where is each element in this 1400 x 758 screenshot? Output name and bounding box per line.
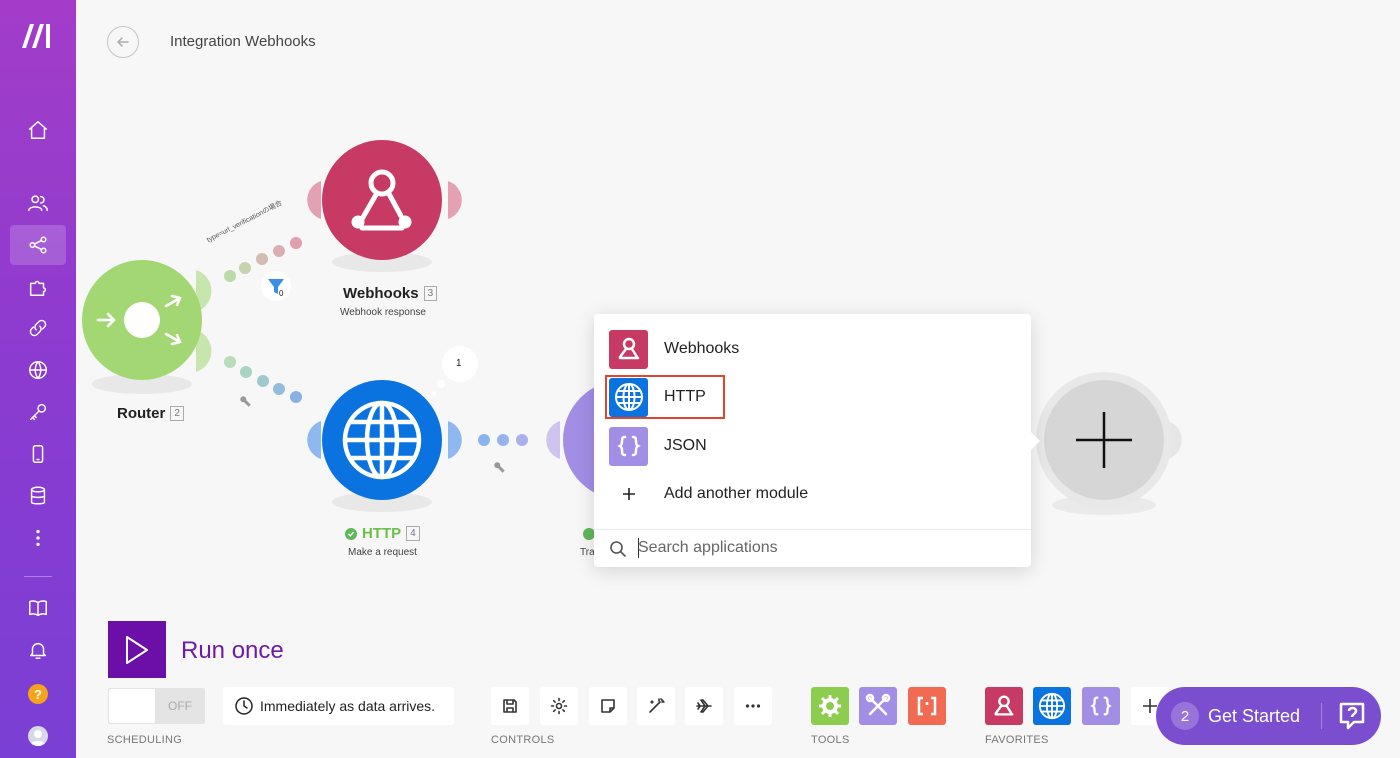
popup-item-label: JSON	[664, 437, 707, 454]
auto-align-button[interactable]	[637, 687, 675, 725]
wrench-icon[interactable]	[493, 461, 506, 474]
module-number: 4	[406, 526, 420, 541]
module-name: Webhooks	[343, 285, 419, 302]
search-applications-input[interactable]	[638, 536, 1008, 560]
router-module[interactable]	[82, 260, 212, 394]
scheduling-label: SCHEDULING	[107, 734, 183, 746]
router-label: Router 2	[117, 405, 184, 422]
popup-item-label: Add another module	[664, 485, 809, 502]
module-picker-popup: Webhooks HTTP JSON Add another module	[594, 314, 1040, 567]
explain-flow-button[interactable]	[685, 687, 723, 725]
play-icon	[126, 635, 148, 664]
webhooks-sublabel: Webhook response	[340, 307, 426, 318]
settings-button[interactable]	[540, 687, 578, 725]
toggle-knob	[109, 689, 155, 723]
get-started-label: Get Started	[1208, 706, 1301, 726]
connector-router-http	[224, 356, 302, 403]
http-module[interactable]	[307, 380, 462, 512]
tools-flow-control-button[interactable]	[811, 687, 849, 725]
chat-help-icon	[1339, 702, 1365, 730]
magic-wand-icon	[649, 698, 665, 713]
controls-label: CONTROLS	[491, 734, 555, 746]
webhooks-module[interactable]	[307, 140, 462, 272]
transform-sublabel: Tra	[580, 547, 595, 558]
plus-icon	[609, 475, 648, 514]
module-number: 3	[423, 286, 438, 301]
globe-icon	[1038, 692, 1066, 720]
bubble-count: 1	[456, 358, 462, 369]
more-horizontal-icon	[745, 704, 761, 708]
wrench-icon[interactable]	[239, 395, 252, 408]
module-name: HTTP	[362, 525, 402, 542]
save-button[interactable]	[491, 687, 529, 725]
popup-item-label: Webhooks	[664, 340, 740, 357]
favorite-http-button[interactable]	[1033, 687, 1071, 725]
schedule-setting-button[interactable]: Immediately as data arrives.	[223, 687, 454, 725]
gear-icon	[550, 697, 568, 715]
favorite-webhooks-button[interactable]	[985, 687, 1023, 725]
module-name: Router	[117, 405, 166, 422]
http-sublabel: Make a request	[348, 547, 417, 558]
get-started-button[interactable]: 2 Get Started	[1156, 687, 1381, 745]
check-icon	[345, 527, 357, 540]
gear-icon	[819, 695, 841, 717]
favorites-label: FAVORITES	[985, 734, 1049, 746]
http-label: HTTP 4	[345, 525, 420, 542]
add-module-placeholder[interactable]	[1036, 372, 1182, 515]
webhooks-icon	[609, 329, 648, 369]
favorite-json-button[interactable]	[1082, 687, 1120, 725]
get-started-divider	[1321, 703, 1322, 729]
airplane-icon	[696, 699, 712, 713]
note-icon	[601, 699, 615, 713]
filter-count: 0	[279, 289, 284, 298]
run-once-label[interactable]: Run once	[181, 637, 284, 665]
brackets-icon	[917, 696, 937, 716]
clock-icon	[235, 697, 253, 715]
get-started-count: 2	[1171, 702, 1199, 730]
run-once-button[interactable]	[108, 621, 166, 678]
popup-item-add-module[interactable]: Add another module	[609, 474, 808, 514]
connector-router-webhooks	[224, 237, 302, 282]
popup-item-webhooks[interactable]: Webhooks	[609, 329, 739, 369]
module-number: 2	[170, 406, 184, 421]
popup-pointer	[1030, 431, 1040, 451]
http-operations-bubble[interactable]	[431, 346, 479, 397]
http-highlight-box	[605, 375, 725, 419]
toggle-state: OFF	[168, 699, 192, 713]
filter-badge[interactable]	[261, 271, 291, 301]
schedule-text: Immediately as data arrives.	[260, 698, 436, 714]
connector-http-transform	[478, 434, 528, 446]
popup-item-json[interactable]: JSON	[609, 426, 707, 466]
tools-button[interactable]	[859, 687, 897, 725]
save-icon	[503, 699, 517, 713]
braces-icon	[1090, 696, 1112, 716]
scheduling-toggle[interactable]: OFF	[108, 688, 205, 724]
webhooks-label: Webhooks 3	[343, 285, 438, 302]
tools-icon	[865, 693, 891, 716]
braces-icon	[609, 426, 648, 466]
tools-text-parser-button[interactable]	[908, 687, 946, 725]
search-icon	[610, 541, 626, 557]
more-options-button[interactable]	[734, 687, 772, 725]
notes-button[interactable]	[589, 687, 627, 725]
popup-separator	[594, 529, 1031, 530]
tools-label: TOOLS	[811, 734, 850, 746]
webhooks-icon	[994, 695, 1014, 716]
